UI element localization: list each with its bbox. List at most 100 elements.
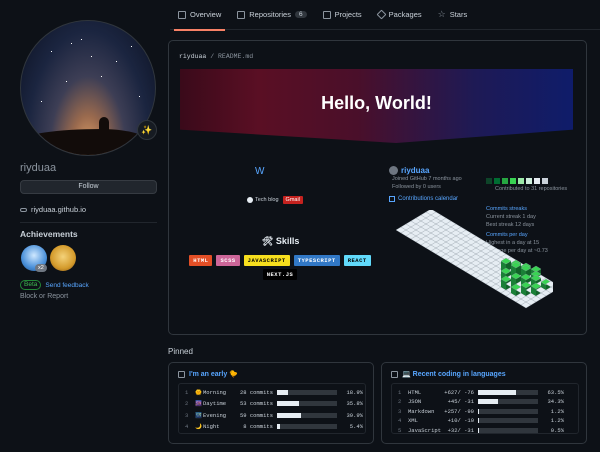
row-value: 53 commits [239, 400, 273, 407]
row-value: +45/ -31 [447, 398, 474, 405]
line-number: 2 [185, 400, 189, 407]
table-icon [322, 10, 331, 19]
isometric-calendar [395, 210, 553, 309]
gist-content: 1 🌞 Morning 28 commits 18.9% 2 🌆 Daytime 53 comm… [178, 383, 366, 434]
github-icon [247, 197, 253, 203]
legend-square [542, 178, 548, 184]
row-label: Night [203, 423, 220, 430]
pinned-card[interactable]: 💻 Recent coding in languages 1 HTML +627/ … [381, 362, 587, 444]
legend-square [526, 178, 532, 184]
tech-blog-label: Tech blog [255, 197, 279, 203]
code-square-icon [178, 370, 185, 378]
pin-title[interactable]: 💻 Recent coding in languages [402, 370, 506, 378]
gist-row: 4 🌙 Night 8 commits 5.4% [185, 422, 365, 432]
follow-button[interactable]: Follow [20, 180, 157, 194]
tech-blog-badge[interactable]: Tech blog [247, 197, 279, 203]
achievements-title: Achievements [20, 229, 78, 239]
social-badges: Tech blog Gmail [247, 196, 303, 204]
package-icon [376, 9, 387, 20]
skill-badge: HTML [189, 255, 213, 266]
row-percent: 1.2% [550, 417, 564, 424]
gmail-badge[interactable]: Gmail [282, 196, 303, 204]
row-value: 28 commits [239, 388, 273, 396]
row-percent: 39.9% [346, 411, 363, 419]
readme-path: riyduaa / README.md [179, 53, 253, 60]
tab-repositories[interactable]: Repositories 6 [229, 0, 314, 30]
contributed-to-text: Contributed to 31 repositories [495, 186, 568, 192]
contributions-label: Contributions calendar [398, 196, 459, 202]
row-value: +10/ -10 [447, 417, 474, 424]
line-number: 4 [398, 417, 402, 424]
path-separator: / [210, 53, 215, 60]
progress-fill [478, 389, 517, 395]
legend-square [518, 178, 524, 184]
skill-badge: TYPESCRIPT [293, 255, 340, 266]
time-icon: 🌃 [195, 411, 202, 419]
tab-label: Projects [334, 10, 362, 19]
gist-row: 1 🌞 Morning 28 commits 18.9% [185, 387, 365, 397]
progress-fill [478, 418, 479, 423]
blog-logo: W [255, 166, 265, 177]
progress-fill [277, 424, 280, 429]
progress-bar [277, 424, 337, 429]
line-number: 5 [398, 426, 402, 434]
code-square-icon [391, 370, 398, 378]
progress-bar [277, 401, 337, 406]
row-value: 59 commits [239, 411, 273, 419]
progress-fill [277, 412, 301, 418]
legend-square [494, 178, 500, 184]
readme-banner: Hello, World! [180, 69, 573, 143]
legend-square [510, 178, 516, 184]
row-label: Daytime [203, 400, 227, 407]
row-label: JavaScript [408, 426, 442, 434]
progress-fill [277, 389, 289, 395]
row-percent: 0.5% [550, 426, 564, 434]
progress-bar [277, 389, 337, 395]
repo-count-badge: 6 [294, 11, 307, 18]
skill-badge: REACT [343, 255, 371, 266]
progress-fill [277, 401, 299, 406]
pin-title[interactable]: I'm an early 🐤 [189, 370, 238, 378]
time-icon: 🌙 [195, 423, 202, 430]
link-icon [20, 207, 27, 212]
tab-projects[interactable]: Projects [315, 0, 370, 30]
calendar-icon [389, 196, 395, 202]
ground [21, 129, 155, 155]
tab-label: Packages [388, 10, 422, 19]
avatar[interactable] [20, 20, 156, 156]
stats-avatar [389, 166, 398, 175]
line-number: 1 [185, 388, 189, 396]
website-link[interactable]: riyduaa.github.io [20, 205, 86, 214]
skill-badge: SCSS [216, 255, 240, 266]
send-feedback-link[interactable]: Send feedback [45, 282, 88, 289]
line-number: 2 [398, 398, 402, 405]
progress-bar [478, 427, 538, 433]
tab-packages[interactable]: Packages [370, 0, 430, 30]
tab-stars[interactable]: ☆ Stars [430, 0, 476, 30]
line-number: 4 [185, 423, 189, 430]
progress-bar [478, 418, 538, 423]
gist-row: 4 XML +10/ -10 1.2% [398, 416, 578, 426]
row-percent: 18.9% [346, 388, 363, 396]
skills-title: 🛠 Skills [262, 236, 300, 246]
row-label: JSON [408, 398, 422, 405]
block-report-link[interactable]: Block or Report [20, 293, 68, 300]
pinned-card[interactable]: I'm an early 🐤 1 🌞 Morning 28 commits 18.9% 2… [168, 362, 374, 444]
row-value: +257/ -90 [444, 407, 474, 415]
username: riyduaa [20, 162, 57, 174]
progress-bar [478, 399, 538, 404]
progress-fill [478, 399, 499, 404]
line-number: 3 [398, 407, 402, 415]
status-emoji[interactable]: ✨ [137, 120, 157, 140]
row-percent: 35.8% [346, 400, 363, 407]
readme-user[interactable]: riyduaa [179, 53, 206, 60]
legend-square [534, 178, 540, 184]
row-label: XML [408, 417, 418, 424]
skills-badges: HTML SCSS JAVASCRIPT TYPESCRIPT REACT NEXT.JS [180, 255, 380, 280]
stats-username[interactable]: riyduaa [401, 166, 429, 175]
achievement-badge-yolo[interactable] [50, 245, 76, 271]
tab-overview[interactable]: Overview [170, 0, 229, 31]
progress-bar [277, 412, 337, 418]
gist-row: 3 🌃 Evening 59 commits 39.9% [185, 410, 365, 420]
row-value: +32/ -31 [447, 426, 474, 434]
